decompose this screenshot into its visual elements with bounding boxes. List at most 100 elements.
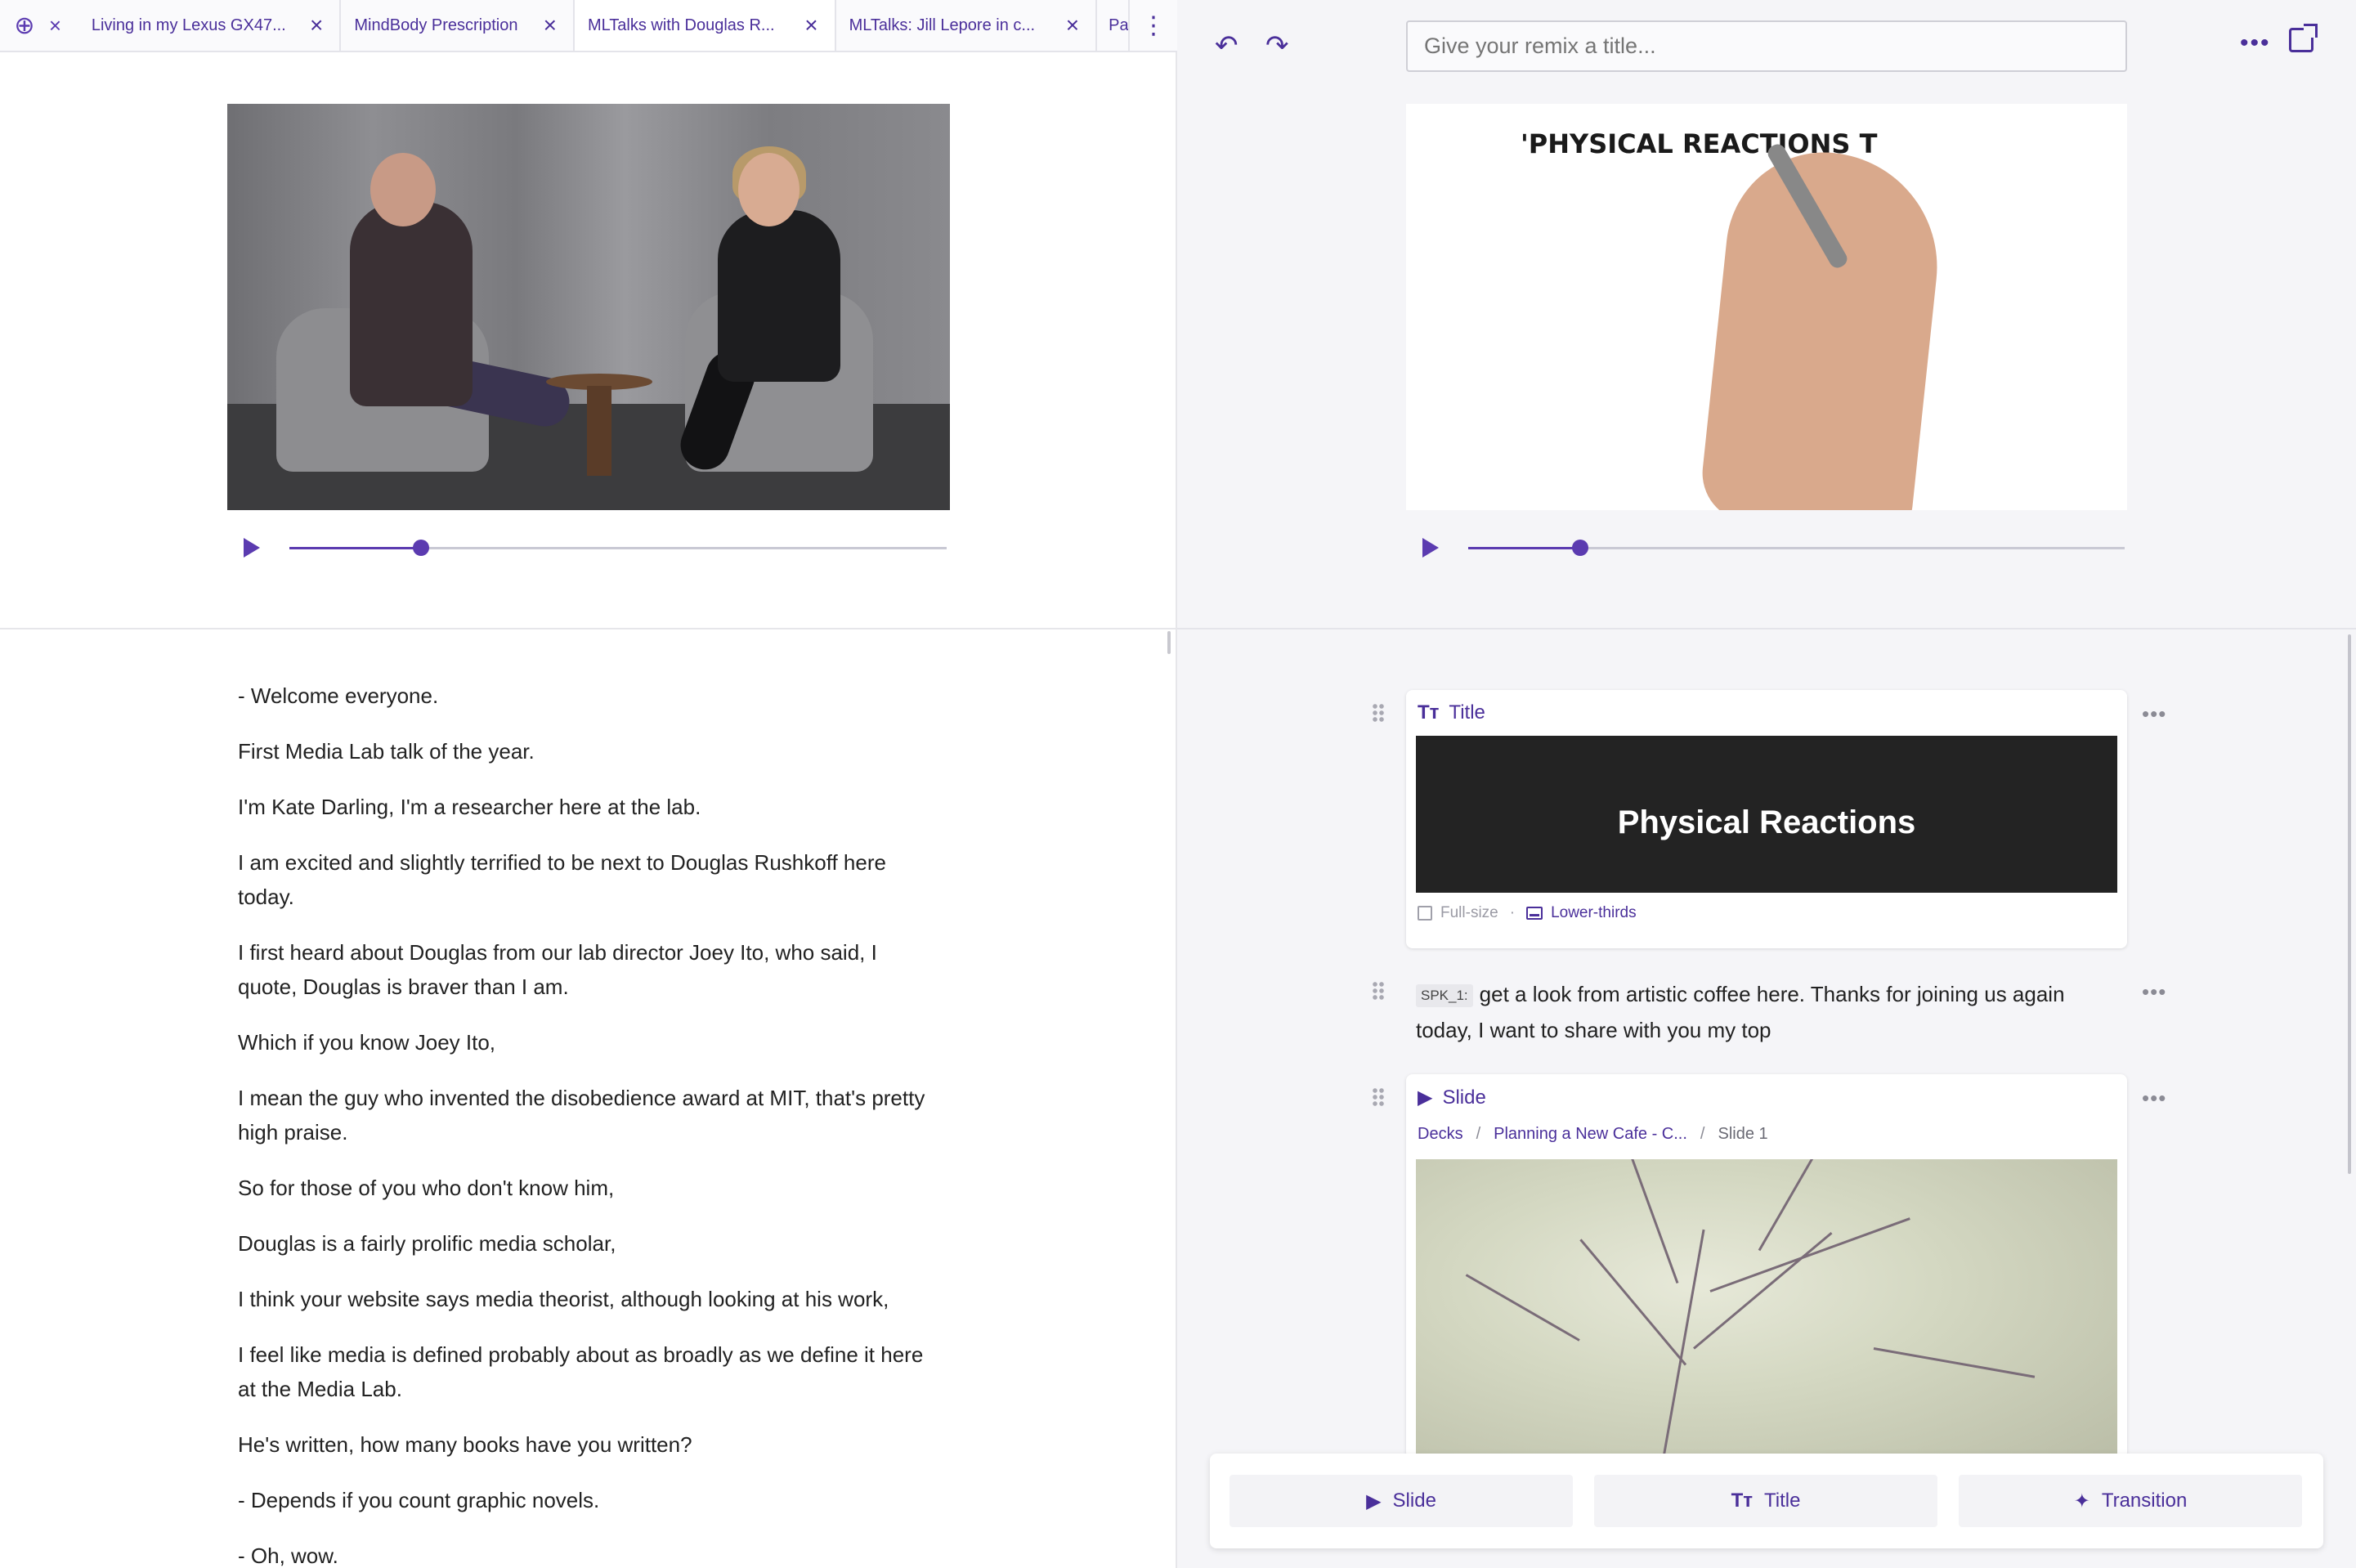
tree-branch (1626, 1159, 1679, 1284)
tab-label: MLTalks with Douglas R... (588, 16, 775, 34)
lower-thirds-icon[interactable] (1526, 907, 1543, 920)
transcript-line[interactable]: Douglas is a fairly prolific media schol… (238, 1226, 941, 1261)
transcript-line[interactable]: I feel like media is defined probably ab… (238, 1337, 941, 1406)
title-size-options: Full-size · Lower-thirds (1418, 904, 1637, 922)
add-element-bar: ▶ Slide Tт Title ✦ Transition (1210, 1454, 2323, 1548)
tab-label: Pa (1109, 16, 1129, 34)
speech-text[interactable]: get a look from artistic coffee here. Th… (1416, 982, 2065, 1042)
speaker-head (370, 153, 436, 226)
card-more-icon[interactable]: ••• (2142, 701, 2166, 727)
slide-icon: ▶ (1366, 1490, 1382, 1512)
pane-divider[interactable] (1177, 628, 2356, 629)
speech-snippet[interactable]: SPK_1: get a look from artistic coffee he… (1416, 976, 2111, 1048)
scrollbar[interactable] (1167, 631, 1171, 654)
transcript[interactable]: - Welcome everyone. First Media Lab talk… (238, 679, 941, 1568)
tab-overflow-menu-icon[interactable]: ⋮ (1128, 0, 1177, 51)
card-more-icon[interactable]: ••• (2142, 1086, 2166, 1111)
tab-mindbody[interactable]: MindBody Prescription × (339, 0, 573, 51)
transcript-line[interactable]: He's written, how many books have you wr… (238, 1427, 941, 1462)
close-tab-icon[interactable]: × (1066, 12, 1079, 38)
transcript-line[interactable]: I mean the guy who invented the disobedi… (238, 1081, 941, 1149)
lower-thirds-option[interactable]: Lower-thirds (1551, 904, 1637, 922)
tree-branch (1709, 1217, 1910, 1292)
transcript-line[interactable]: Which if you know Joey Ito, (238, 1025, 941, 1060)
remix-preview[interactable]: 'PHYSICAL REACTIONS T (1406, 104, 2127, 510)
scrubber-knob[interactable] (412, 539, 429, 556)
tree-branch (1465, 1274, 1580, 1342)
card-type-label: Slide (1442, 1086, 1486, 1109)
close-icon[interactable]: × (49, 0, 78, 51)
play-icon[interactable] (244, 538, 260, 558)
full-size-icon[interactable] (1418, 906, 1432, 921)
card-header: ▶ Slide (1418, 1086, 1486, 1109)
side-table-leg (587, 386, 611, 476)
slide-card[interactable]: ▶ Slide Decks / Planning a New Cafe - C.… (1406, 1074, 2127, 1458)
source-scrubber[interactable] (289, 539, 947, 556)
crumb-separator: / (1476, 1125, 1481, 1143)
more-options-icon[interactable]: ••• (2240, 29, 2271, 57)
crumb-slide: Slide 1 (1718, 1125, 1768, 1143)
transcript-line[interactable]: I am excited and slightly terrified to b… (238, 845, 941, 914)
tab-label: MLTalks: Jill Lepore in c... (849, 16, 1036, 34)
speaker-woman (718, 210, 840, 382)
scrollbar[interactable] (2348, 634, 2351, 1174)
separator: · (1509, 904, 1516, 921)
drag-handle-icon[interactable] (1372, 981, 1385, 1001)
pane-divider[interactable] (0, 628, 1177, 629)
transcript-line[interactable]: I first heard about Douglas from our lab… (238, 935, 941, 1004)
add-title-button[interactable]: Tт Title (1594, 1475, 1937, 1527)
transcript-line[interactable]: So for those of you who don't know him, (238, 1171, 941, 1205)
title-card[interactable]: Tт Title Physical Reactions Full-size · … (1406, 690, 2127, 948)
play-icon[interactable] (1422, 538, 1439, 558)
speaker-man (350, 202, 473, 406)
full-size-option[interactable]: Full-size (1440, 904, 1498, 922)
share-export-icon[interactable] (2289, 24, 2318, 52)
scrubber-fill (1468, 546, 1580, 549)
transcript-line[interactable]: - Depends if you count graphic novels. (238, 1483, 941, 1517)
source-video[interactable] (227, 104, 950, 510)
add-slide-button[interactable]: ▶ Slide (1230, 1475, 1573, 1527)
crumb-deck[interactable]: Planning a New Cafe - C... (1494, 1125, 1687, 1144)
drag-handle-icon[interactable] (1372, 1087, 1385, 1107)
card-type-label: Title (1449, 701, 1485, 724)
crumb-decks[interactable]: Decks (1418, 1125, 1463, 1144)
close-tab-icon[interactable]: × (310, 12, 323, 38)
redo-icon[interactable]: ↷ (1265, 29, 1289, 62)
transcript-line[interactable]: I'm Kate Darling, I'm a researcher here … (238, 790, 941, 824)
crumb-separator: / (1700, 1125, 1705, 1143)
tree-branch (1579, 1239, 1687, 1366)
tab-lexus[interactable]: Living in my Lexus GX47... × (78, 0, 340, 51)
add-transition-label: Transition (2101, 1490, 2188, 1512)
tree-branch (1873, 1347, 2036, 1378)
tab-mltalks-jill[interactable]: MLTalks: Jill Lepore in c... × (834, 0, 1096, 51)
tab-label: MindBody Prescription (354, 16, 518, 34)
transcript-line[interactable]: - Welcome everyone. (238, 679, 941, 713)
tree-branch (1758, 1159, 1859, 1252)
title-card-preview[interactable]: Physical Reactions (1416, 736, 2117, 893)
transcript-line[interactable]: - Oh, wow. (238, 1539, 941, 1568)
drag-handle-icon[interactable] (1372, 703, 1385, 723)
title-type-icon: Tт (1418, 701, 1440, 724)
title-icon: Tт (1731, 1490, 1753, 1512)
slide-thumbnail[interactable] (1416, 1159, 2117, 1458)
undo-icon[interactable]: ↶ (1215, 29, 1238, 62)
card-more-icon[interactable]: ••• (2142, 979, 2166, 1005)
scrubber-knob[interactable] (1571, 539, 1588, 556)
tab-partial[interactable]: Pa (1095, 0, 1128, 51)
transcript-line[interactable]: First Media Lab talk of the year. (238, 734, 941, 768)
tab-label: Living in my Lexus GX47... (91, 16, 286, 34)
add-slide-label: Slide (1392, 1490, 1436, 1512)
tab-bar: ⊕ × Living in my Lexus GX47... × MindBod… (0, 0, 1177, 52)
speaker-tag: SPK_1: (1416, 984, 1473, 1008)
add-transition-button[interactable]: ✦ Transition (1959, 1475, 2302, 1527)
close-tab-icon[interactable]: × (544, 12, 557, 38)
close-tab-icon[interactable]: × (804, 12, 817, 38)
add-tab-icon[interactable]: ⊕ (0, 0, 49, 51)
source-player-controls (244, 538, 947, 558)
tab-mltalks-douglas[interactable]: MLTalks with Douglas R... × (573, 0, 835, 51)
transcript-line[interactable]: I think your website says media theorist… (238, 1282, 941, 1316)
remix-scrubber[interactable] (1468, 539, 2125, 556)
remix-title-input[interactable] (1406, 20, 2127, 72)
speaker-head (738, 153, 800, 226)
drawing-hand (1697, 142, 1949, 510)
